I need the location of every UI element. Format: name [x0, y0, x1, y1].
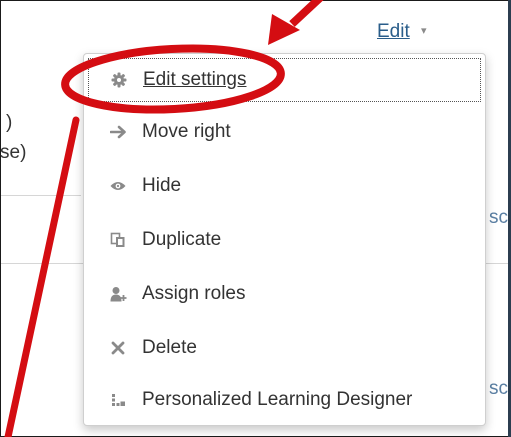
arrow-right-icon	[108, 122, 128, 142]
menu-item-duplicate[interactable]: Duplicate	[88, 218, 481, 262]
gear-icon	[109, 70, 129, 90]
row-link-fragment[interactable]: sc	[489, 378, 508, 400]
edit-dropdown-menu: Edit settings Move right Hide Duplicate …	[83, 53, 486, 426]
menu-item-hide[interactable]: Hide	[88, 164, 481, 208]
menu-item-personalized-learning-designer[interactable]: Personalized Learning Designer	[88, 378, 481, 422]
menu-item-move-right[interactable]: Move right	[88, 110, 481, 154]
chevron-down-icon[interactable]: ▾	[421, 24, 427, 37]
menu-item-delete[interactable]: Delete	[88, 326, 481, 370]
menu-item-label: Hide	[142, 175, 182, 196]
eye-icon	[108, 176, 128, 196]
edit-menu-trigger[interactable]: Edit	[377, 21, 410, 43]
menu-item-label: Assign roles	[142, 283, 246, 304]
menu-item-label: Move right	[142, 121, 231, 142]
menu-item-label: Personalized Learning Designer	[142, 389, 413, 410]
duplicate-icon	[108, 230, 128, 250]
assign-roles-icon	[108, 284, 128, 304]
close-icon	[108, 338, 128, 358]
pld-icon	[108, 390, 128, 410]
menu-item-label: Duplicate	[142, 229, 222, 250]
menu-item-edit-settings[interactable]: Edit settings	[88, 58, 481, 102]
course-fragment: se)	[0, 142, 27, 163]
course-fragment-top: )	[6, 112, 13, 133]
row-divider	[1, 195, 81, 196]
menu-item-label: Delete	[142, 337, 197, 358]
menu-item-assign-roles[interactable]: Assign roles	[88, 272, 481, 316]
row-link-fragment[interactable]: sc	[489, 207, 508, 229]
menu-item-label: Edit settings	[143, 69, 247, 90]
